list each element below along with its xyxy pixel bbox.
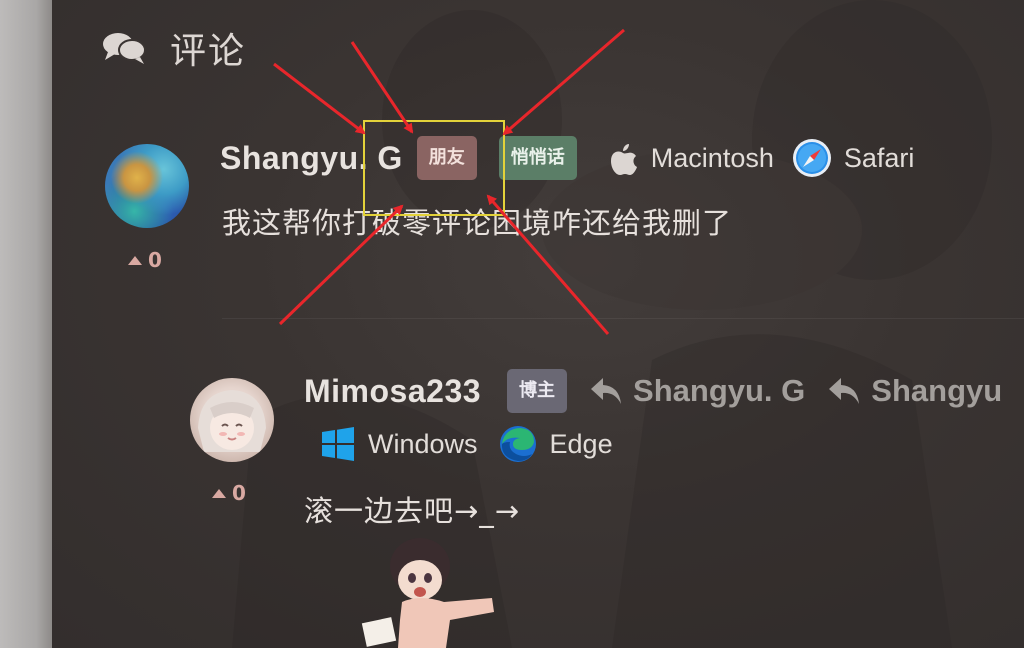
whisper-badge: 悄悄话	[498, 136, 577, 180]
os-info: Macintosh	[607, 140, 774, 176]
comment-author[interactable]: Mimosa233	[304, 373, 481, 410]
safari-icon	[792, 139, 831, 177]
os-name: Windows	[368, 428, 478, 459]
host-badge: 博主	[507, 369, 568, 413]
upvote-button[interactable]: 0	[128, 248, 162, 272]
browser-name: Safari	[843, 142, 915, 173]
os-info: Windows	[320, 426, 478, 462]
page-edge-strip	[0, 0, 52, 648]
comments-icon	[103, 33, 146, 64]
comment-meta: Mimosa233 博主 Shangyu. G Shangyu	[304, 367, 1002, 415]
upvote-icon	[212, 488, 226, 498]
avatar[interactable]	[105, 144, 189, 228]
upvote-button[interactable]: 0	[212, 481, 246, 505]
avatar[interactable]	[190, 378, 274, 462]
browser-name: Edge	[549, 428, 613, 459]
comments-title: 评论	[170, 31, 247, 72]
sticker-image	[361, 538, 494, 648]
comments-header: 评论	[102, 22, 246, 74]
vote-count: 0	[148, 248, 162, 272]
browser-info: Edge	[498, 424, 613, 464]
reply-to-name: Shangyu. G	[633, 373, 806, 408]
upvote-icon	[128, 255, 142, 265]
comment-text: 滚一边去吧→_→	[304, 494, 521, 528]
reply-to-link[interactable]: Shangyu. G	[589, 373, 805, 409]
reply-icon	[591, 378, 622, 404]
comment-system-info: Windows Edge	[320, 424, 633, 464]
os-name: Macintosh	[650, 142, 774, 173]
annotation-highlight-box	[363, 120, 505, 216]
windows-icon	[322, 427, 354, 461]
vote-count: 0	[232, 481, 246, 505]
background-art	[232, 0, 992, 648]
reply-to-name: Shangyu	[871, 373, 1003, 408]
avatar-image	[198, 390, 266, 452]
reply-to-link[interactable]: Shangyu	[827, 373, 1002, 409]
browser-info: Safari	[792, 138, 915, 178]
edge-icon	[499, 426, 536, 462]
apple-icon	[610, 144, 637, 175]
comment-divider	[222, 318, 1024, 319]
reply-icon	[829, 378, 860, 404]
comments-panel: 评论 0 Shangyu. G 朋友 悄悄话 Macintosh Safari	[52, 0, 1024, 648]
comment-meta: Shangyu. G 朋友 悄悄话 Macintosh Safari	[220, 134, 914, 182]
